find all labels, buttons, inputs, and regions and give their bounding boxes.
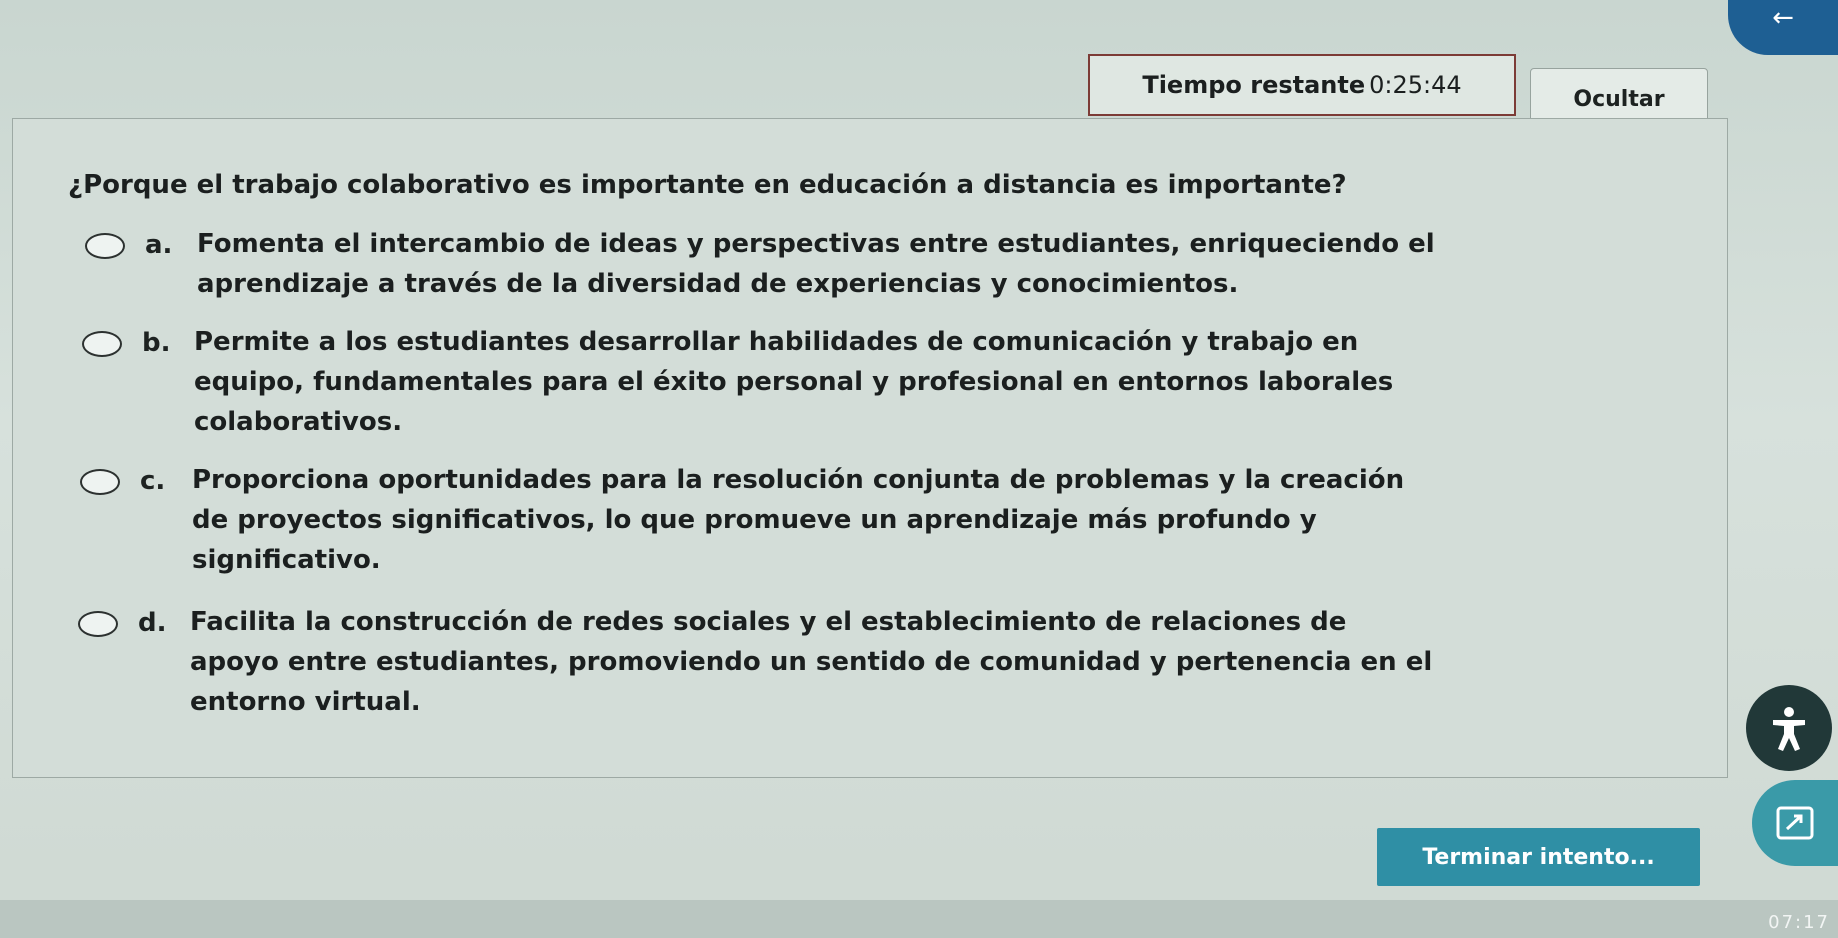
option-a-line-1: Fomenta el intercambio de ideas y perspe… bbox=[197, 229, 1435, 259]
option-d-text: Facilita la construcción de redes social… bbox=[190, 602, 1432, 722]
option-c-letter: c. bbox=[140, 466, 166, 496]
option-d-line-3: entorno virtual. bbox=[190, 687, 421, 717]
option-b-text: Permite a los estudiantes desarrollar ha… bbox=[194, 322, 1393, 442]
option-a-letter: a. bbox=[145, 230, 173, 260]
expand-icon bbox=[1776, 806, 1814, 840]
option-c-line-1: Proporciona oportunidades para la resolu… bbox=[192, 465, 1405, 495]
radio-option-b[interactable] bbox=[82, 331, 122, 357]
option-b-line-2: equipo, fundamentales para el éxito pers… bbox=[194, 367, 1394, 397]
radio-option-c[interactable] bbox=[80, 469, 120, 495]
option-b[interactable]: b. Permite a los estudiantes desarrollar… bbox=[82, 327, 1393, 442]
accessibility-button[interactable] bbox=[1746, 685, 1832, 771]
accessibility-icon bbox=[1773, 707, 1805, 751]
option-b-line-1: Permite a los estudiantes desarrollar ha… bbox=[194, 327, 1359, 357]
option-b-line-3: colaborativos. bbox=[194, 407, 403, 437]
option-a-text: Fomenta el intercambio de ideas y perspe… bbox=[197, 224, 1435, 304]
option-d-letter: d. bbox=[138, 608, 167, 638]
back-nav-button[interactable]: ← bbox=[1728, 0, 1838, 55]
footer-clock: 07:17 bbox=[1768, 912, 1830, 933]
option-b-letter: b. bbox=[142, 328, 171, 358]
option-a-line-2: aprendizaje a través de la diversidad de… bbox=[197, 269, 1239, 299]
option-d-line-1: Facilita la construcción de redes social… bbox=[190, 607, 1347, 637]
time-remaining-label: Tiempo restante bbox=[1142, 71, 1366, 99]
option-c-line-3: significativo. bbox=[192, 545, 381, 575]
finish-attempt-button[interactable]: Terminar intento... bbox=[1377, 828, 1700, 886]
option-d[interactable]: d. Facilita la construcción de redes soc… bbox=[78, 607, 1432, 722]
question-text: ¿Porque el trabajo colaborativo es impor… bbox=[68, 170, 1347, 200]
time-remaining-box: Tiempo restante 0:25:44 bbox=[1088, 54, 1516, 116]
option-d-line-2: apoyo entre estudiantes, promoviendo un … bbox=[190, 647, 1433, 677]
option-c-line-2: de proyectos significativos, lo que prom… bbox=[192, 505, 1317, 535]
time-remaining-value: 0:25:44 bbox=[1369, 71, 1462, 99]
expand-button[interactable] bbox=[1752, 780, 1838, 866]
option-c-text: Proporciona oportunidades para la resolu… bbox=[192, 460, 1404, 580]
arrow-left-icon: ← bbox=[1772, 2, 1794, 33]
footer-strip bbox=[0, 900, 1838, 938]
radio-option-d[interactable] bbox=[78, 611, 118, 637]
radio-option-a[interactable] bbox=[85, 233, 125, 259]
option-c[interactable]: c. Proporciona oportunidades para la res… bbox=[80, 465, 1404, 580]
option-a[interactable]: a. Fomenta el intercambio de ideas y per… bbox=[85, 229, 1435, 304]
